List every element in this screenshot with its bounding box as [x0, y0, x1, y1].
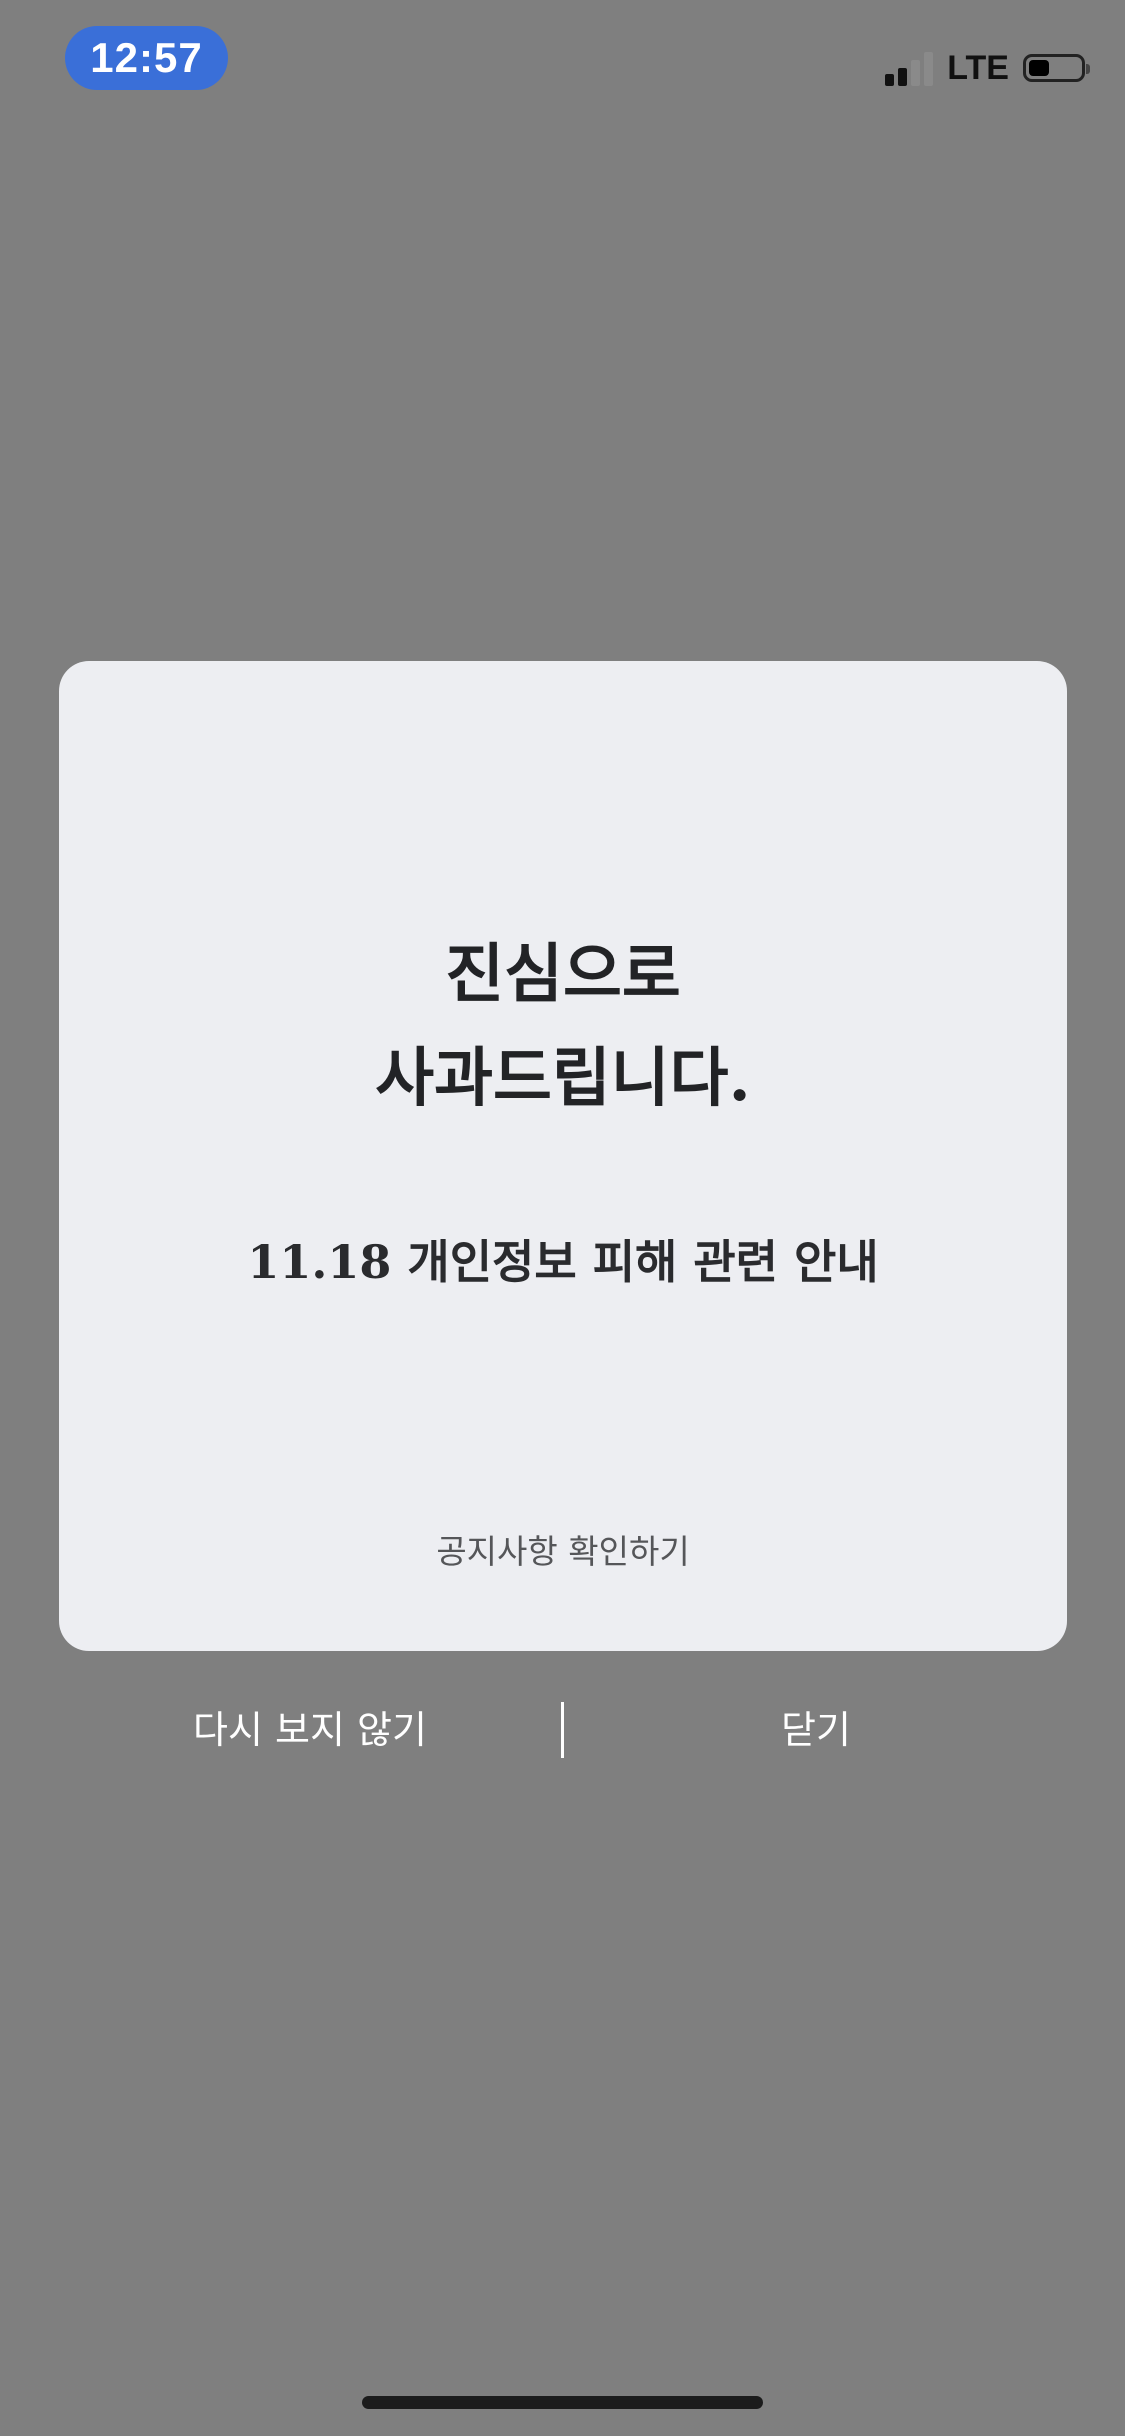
- modal-actions: 다시 보지 않기 닫기: [59, 1695, 1067, 1765]
- actions-divider: [561, 1702, 564, 1758]
- headline-line-2: 사과드립니다.: [375, 1041, 751, 1116]
- headline: 진심으로 사과드립니다.: [59, 923, 1067, 1131]
- view-notice-link[interactable]: 공지사항 확인하기: [59, 1525, 1067, 1573]
- headline-line-1: 진심으로: [445, 937, 681, 1012]
- status-indicators: LTE: [885, 46, 1090, 90]
- status-bar: 12:57 LTE: [0, 0, 1125, 130]
- status-time[interactable]: 12:57: [65, 26, 228, 90]
- battery-icon: [1023, 54, 1090, 82]
- close-button[interactable]: 닫기: [565, 1695, 1067, 1765]
- dont-show-again-button[interactable]: 다시 보지 않기: [59, 1695, 561, 1765]
- apology-notice-card[interactable]: 진심으로 사과드립니다. 11.18 개인정보 피해 관련 안내 공지사항 확인…: [59, 661, 1067, 1651]
- network-type-label: LTE: [947, 48, 1009, 87]
- cellular-signal-icon: [885, 50, 937, 86]
- notice-subtitle: 11.18 개인정보 피해 관련 안내: [247, 1235, 879, 1289]
- home-indicator[interactable]: [362, 2396, 763, 2409]
